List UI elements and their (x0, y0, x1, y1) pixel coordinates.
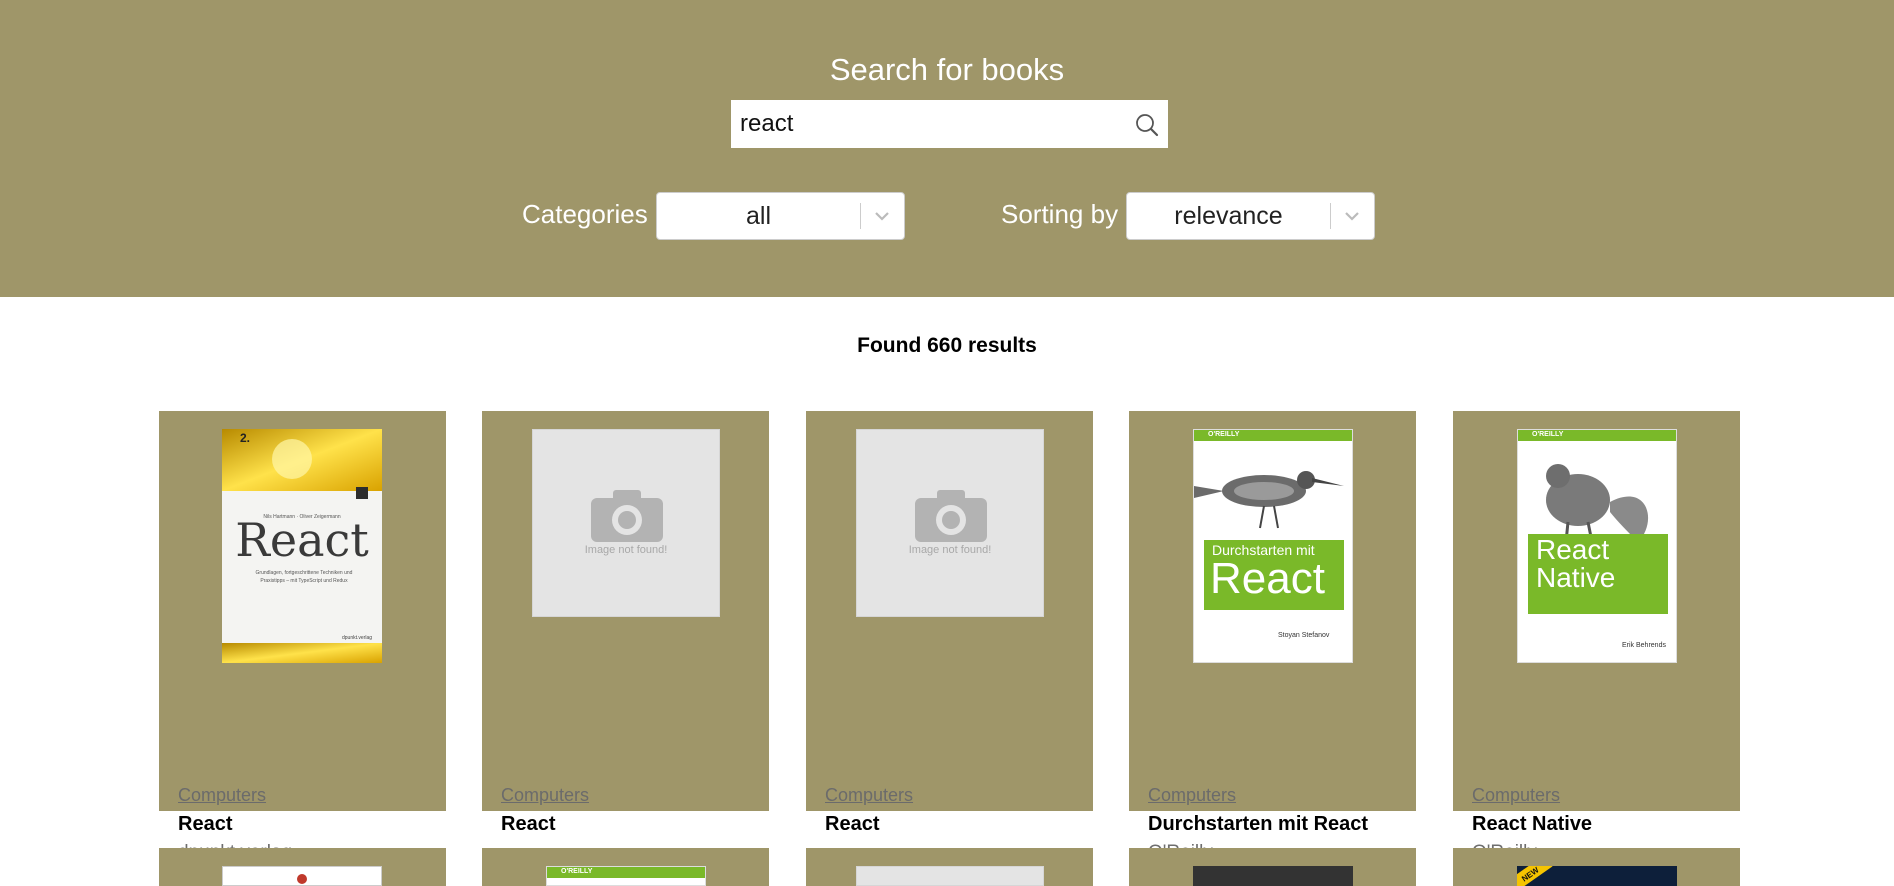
camera-icon (591, 490, 663, 542)
book-title: React (501, 813, 556, 835)
cover-brand: O'REILLY (1208, 431, 1240, 438)
book-card[interactable]: O'REILLY Durchstarten mit React Stoyan S… (1129, 411, 1416, 863)
select-separator (1330, 203, 1331, 229)
book-cover-image[interactable]: O'REILLY Durchstarten mit React Stoyan S… (1193, 429, 1353, 663)
cover-title: React (235, 513, 369, 567)
cover-edition: 2. (240, 431, 251, 445)
bird-illustration (1194, 471, 1344, 529)
book-category-link[interactable]: Computers (501, 785, 589, 806)
book-title: React (825, 813, 880, 835)
sorting-select[interactable]: relevance (1126, 192, 1375, 240)
book-category-link[interactable]: Computers (1472, 785, 1560, 806)
book-category-link[interactable]: Computers (825, 785, 913, 806)
sorting-label: Sorting by (1001, 199, 1119, 229)
book-card[interactable]: Image not found! Computers React (806, 411, 1093, 835)
cover-brand: O'REILLY (1532, 431, 1564, 438)
book-card[interactable]: O'REILLY (482, 848, 769, 886)
chevron-down-icon[interactable] (871, 205, 893, 227)
results-count: Found 660 results (857, 334, 1037, 357)
search-input[interactable] (740, 100, 1110, 148)
search-icon[interactable] (1134, 112, 1160, 138)
categories-selected-value: all (745, 202, 771, 230)
book-cover-image[interactable] (222, 866, 382, 886)
book-title: React (178, 813, 233, 835)
book-card[interactable] (1129, 848, 1416, 886)
select-separator (860, 203, 861, 229)
book-cover-placeholder[interactable] (856, 866, 1044, 886)
book-cover-placeholder[interactable]: Image not found! (532, 429, 720, 617)
page-title: Search for books (829, 52, 1065, 87)
book-card[interactable]: NEW (1453, 848, 1740, 886)
image-not-found-text: Image not found! (584, 544, 668, 556)
cover-publisher: dpunkt.verlag (342, 635, 373, 641)
book-title: Durchstarten mit React (1148, 813, 1369, 835)
categories-label: Categories (522, 199, 648, 229)
book-cover-image[interactable] (1193, 866, 1353, 886)
cover-author: Stoyan Stefanov (1278, 632, 1330, 639)
sorting-selected-value: relevance (1174, 202, 1283, 230)
search-header: Search for books Categories all Sorting … (0, 0, 1894, 297)
book-card[interactable] (159, 848, 446, 886)
book-cover-placeholder[interactable]: Image not found! (856, 429, 1044, 617)
book-cover-image[interactable]: O'REILLY (546, 866, 706, 886)
cover-brand: O'REILLY (561, 868, 593, 875)
cover-author: Erik Behrends (1622, 642, 1666, 649)
search-box[interactable] (731, 100, 1168, 148)
book-card[interactable] (806, 848, 1093, 886)
book-cover-image[interactable]: 2. Nils Hartmann · Oliver Zeigermann Rea… (222, 429, 382, 663)
categories-select[interactable]: all (656, 192, 905, 240)
cover-subtitle: Grundlagen, fortgeschrittene Techniken u… (255, 570, 353, 584)
book-title: React Native (1472, 813, 1593, 835)
image-not-found-text: Image not found! (908, 544, 992, 556)
book-cover-image[interactable]: O'REILLY React Native Erik Behrends (1517, 429, 1677, 663)
book-category-link[interactable]: Computers (178, 785, 266, 806)
book-cover-image[interactable]: NEW (1517, 866, 1677, 886)
book-card[interactable]: 2. Nils Hartmann · Oliver Zeigermann Rea… (159, 411, 446, 863)
book-card[interactable]: Image not found! Computers React (482, 411, 769, 835)
cover-title-line2: React (1210, 554, 1325, 603)
chevron-down-icon[interactable] (1341, 205, 1363, 227)
camera-icon (915, 490, 987, 542)
book-category-link[interactable]: Computers (1148, 785, 1236, 806)
cover-title-line2: Native (1536, 562, 1616, 593)
book-card[interactable]: O'REILLY React Native Erik Behrends Comp… (1453, 411, 1740, 863)
